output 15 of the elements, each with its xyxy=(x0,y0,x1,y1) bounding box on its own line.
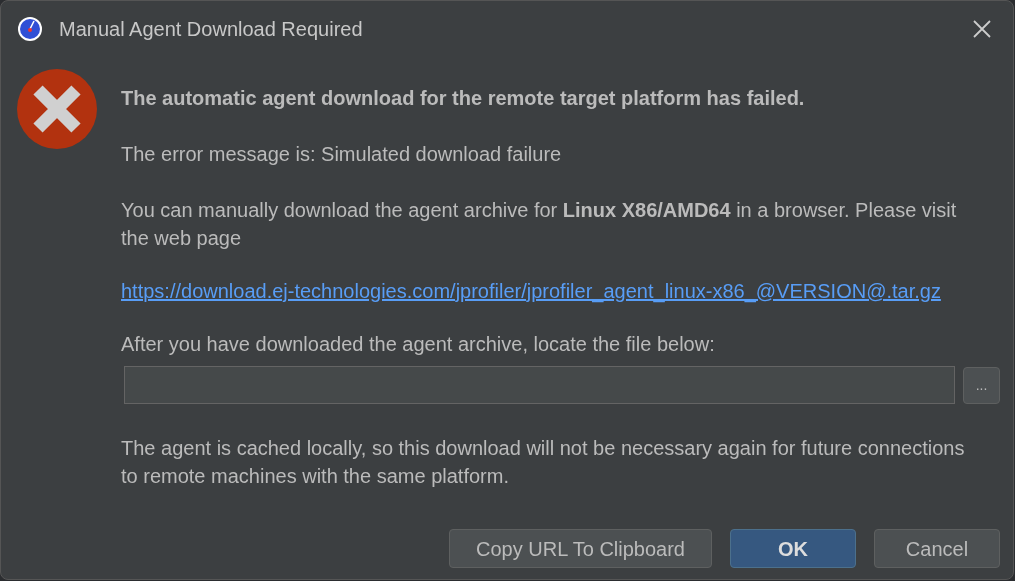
file-path-field[interactable] xyxy=(124,366,955,404)
dialog-button[interactable]: Cancel xyxy=(874,529,1000,568)
instructions-text: You can manually download the agent archive for Linux X86/AMD64 in a browser. Please visit the web page xyxy=(121,198,958,251)
file-prompt: After you have downloaded the agent archive, locate the file below: xyxy=(121,332,716,357)
dialog-button[interactable]: OK xyxy=(730,529,856,568)
heading-text: The automatic agent download for the remote target platform has failed. xyxy=(121,86,806,111)
browse-button[interactable]: ... xyxy=(963,366,1000,404)
window-title: Manual Agent Download Required xyxy=(59,16,363,42)
error-message: The error message is: Simulated download failure xyxy=(121,142,563,167)
dialog-button[interactable]: Copy URL To Clipboard xyxy=(449,529,712,568)
cache-note: The agent is cached locally, so this download will not be necessary again for future connections to remote machines with the same platform. xyxy=(121,436,966,489)
error-icon xyxy=(16,68,98,150)
gauge-icon xyxy=(17,15,43,42)
download-link[interactable]: https://download.ej-technologies.com/jprofiler/jprofiler_agent_linux-x86_@VERSION@.tar.gz xyxy=(121,280,941,302)
close-button[interactable] xyxy=(971,17,993,40)
